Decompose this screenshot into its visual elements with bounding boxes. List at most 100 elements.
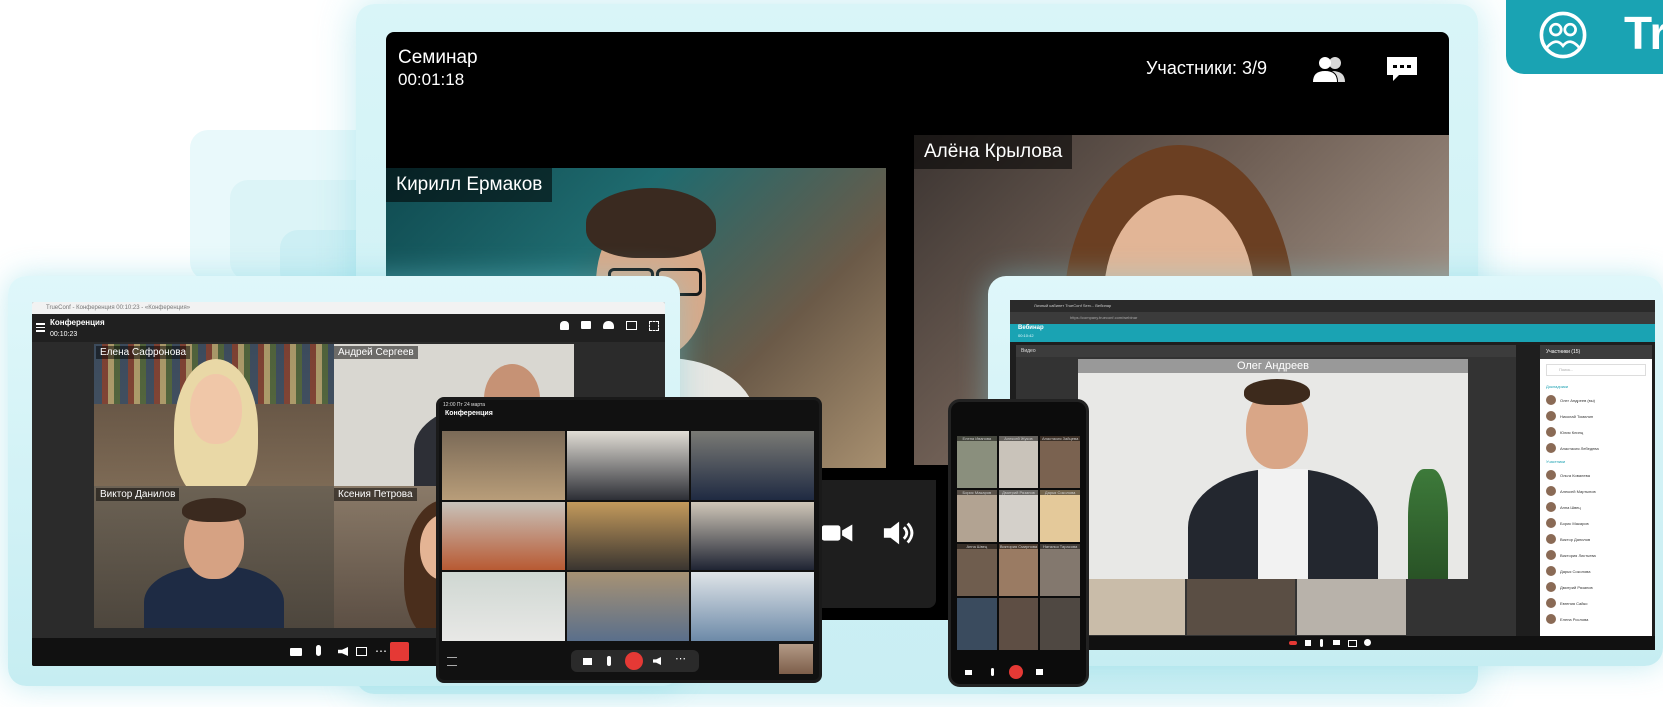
avatar bbox=[1546, 427, 1556, 437]
avatar bbox=[1546, 550, 1556, 560]
list-item[interactable]: Дмитрий Рязанов bbox=[1540, 579, 1652, 595]
camera-icon[interactable] bbox=[965, 670, 972, 675]
list-item[interactable]: Олег Андреев (вы) bbox=[1540, 392, 1652, 408]
list-item[interactable]: Анна Швец bbox=[1540, 499, 1652, 515]
status-bar: 12:00 Пт 24 марта bbox=[443, 402, 486, 408]
video-section-label: Видео bbox=[1016, 345, 1516, 357]
speaker-icon[interactable] bbox=[653, 657, 661, 665]
participant-name: Анастасия Лебедева bbox=[1560, 445, 1599, 451]
participants-count: Участники: 3/9 bbox=[1146, 58, 1268, 78]
camera-icon[interactable] bbox=[290, 648, 302, 656]
list-item[interactable]: Виктория Листьева bbox=[1540, 547, 1652, 563]
list-item[interactable]: Виктор Данилов bbox=[1540, 531, 1652, 547]
hangup-button[interactable] bbox=[390, 642, 409, 661]
participants-icon[interactable] bbox=[1312, 54, 1346, 84]
participant-name: Виктория Листьева bbox=[1560, 552, 1596, 558]
tablet-conference-title: Конференция bbox=[445, 410, 493, 417]
video-tile: Виктория Смирнова bbox=[998, 544, 1039, 596]
fullscreen-icon[interactable] bbox=[649, 321, 659, 331]
video-tile bbox=[566, 431, 690, 500]
participant-name: Виктор Данилов bbox=[1560, 536, 1591, 542]
menu-icon[interactable] bbox=[447, 657, 457, 666]
list-item[interactable]: Николай Томилин bbox=[1540, 408, 1652, 424]
list-item[interactable]: Дарья Соколова bbox=[1540, 563, 1652, 579]
video-thumbnail bbox=[1186, 579, 1296, 635]
brand-logo: Tr bbox=[1506, 0, 1663, 74]
camera-icon[interactable] bbox=[820, 520, 854, 546]
microphone-icon[interactable] bbox=[991, 668, 994, 676]
list-item[interactable]: Елена Рослова bbox=[1540, 611, 1652, 627]
video-tile: Наталья Тарасова bbox=[1040, 544, 1080, 596]
tile-name: Ксения Петрова bbox=[334, 488, 417, 501]
tile-name: Анна Швец bbox=[957, 544, 997, 549]
seminar-timer: 00:01:18 bbox=[398, 70, 465, 89]
avatar bbox=[1546, 518, 1556, 528]
participants-section: Участники bbox=[1546, 459, 1566, 464]
video-tile: Анна Швец bbox=[957, 544, 997, 596]
participants-search[interactable]: Поиск... bbox=[1546, 364, 1646, 376]
list-item[interactable]: Борис Макаров bbox=[1540, 515, 1652, 531]
hangup-button[interactable] bbox=[1009, 665, 1023, 679]
menu-icon[interactable] bbox=[36, 323, 45, 332]
speaker-name-right: Алёна Крылова bbox=[914, 135, 1073, 169]
share-screen-icon[interactable] bbox=[1348, 640, 1357, 647]
phone-device: Елена Иванова Алексей Жуков Анастасия За… bbox=[948, 399, 1089, 687]
more-icon[interactable]: ⋯ bbox=[375, 644, 387, 658]
video-tile bbox=[442, 572, 565, 641]
settings-icon[interactable] bbox=[1364, 639, 1371, 646]
self-view-thumbnail bbox=[779, 644, 813, 674]
avatar bbox=[1546, 502, 1556, 512]
tile-name: Андрей Сергеев bbox=[334, 346, 418, 359]
chat-icon[interactable] bbox=[1385, 54, 1419, 84]
video-tile bbox=[94, 344, 334, 486]
list-item[interactable]: Анастасия Лебедева bbox=[1540, 440, 1652, 456]
webinar-appbar bbox=[1010, 324, 1655, 342]
tile-name: Дмитрий Рязанов bbox=[998, 490, 1039, 495]
list-item[interactable]: Юлия Клинц bbox=[1540, 424, 1652, 440]
tile-name: Виктория Смирнова bbox=[998, 544, 1039, 549]
speaker-icon[interactable] bbox=[882, 518, 920, 548]
speaker-icon[interactable] bbox=[338, 647, 348, 656]
list-item[interactable]: Ольга Ковалева bbox=[1540, 467, 1652, 483]
address-bar[interactable]: https://company.trueconf.com/webinar bbox=[1010, 312, 1655, 324]
avatar bbox=[1546, 598, 1556, 608]
video-tile bbox=[691, 431, 814, 500]
avatar bbox=[1546, 411, 1556, 421]
layout-icon[interactable] bbox=[626, 321, 637, 330]
video-tile bbox=[566, 501, 690, 571]
participant-name: Алексей Мартынов bbox=[1560, 488, 1596, 494]
seminar-title: Семинар bbox=[398, 47, 478, 68]
video-tile: Алексей Жуков bbox=[998, 436, 1039, 488]
avatar bbox=[1546, 566, 1556, 576]
browser-tabs[interactable]: Личный кабинет TrueConf Serv... Вебинар bbox=[1010, 300, 1655, 312]
video-grid: Елена Иванова Алексей Жуков Анастасия За… bbox=[957, 436, 1080, 650]
participants-icon[interactable] bbox=[603, 321, 614, 329]
bell-icon[interactable] bbox=[560, 321, 569, 330]
microphone-icon[interactable] bbox=[1320, 639, 1323, 647]
list-item[interactable]: Алексей Мартынов bbox=[1540, 483, 1652, 499]
speaker-icon[interactable] bbox=[1305, 640, 1311, 646]
participant-name: Анна Швец bbox=[1560, 504, 1581, 510]
microphone-icon[interactable] bbox=[316, 645, 321, 656]
tile-name: Борис Макаров bbox=[957, 490, 997, 495]
camera-icon[interactable] bbox=[1333, 640, 1340, 645]
more-icon[interactable]: ⋯ bbox=[675, 652, 686, 665]
hangup-button[interactable] bbox=[625, 652, 643, 670]
list-item[interactable]: Евгения Сайко bbox=[1540, 595, 1652, 611]
seminar-controls bbox=[816, 480, 936, 608]
speaker-icon[interactable] bbox=[1036, 669, 1043, 675]
chat-icon[interactable] bbox=[581, 321, 591, 329]
avatar bbox=[1546, 614, 1556, 624]
speaker-name-left: Кирилл Ермаков bbox=[386, 168, 553, 202]
phone-controls bbox=[951, 662, 1086, 684]
video-tile bbox=[566, 572, 690, 641]
camera-icon[interactable] bbox=[583, 658, 592, 665]
tile-name: Анастасия Зайцева bbox=[1040, 436, 1080, 441]
hangup-icon[interactable] bbox=[1289, 641, 1297, 645]
microphone-icon[interactable] bbox=[607, 656, 611, 666]
video-tile bbox=[442, 431, 565, 500]
video-tile bbox=[94, 486, 334, 628]
participant-name: Елена Рослова bbox=[1560, 616, 1589, 622]
share-screen-icon[interactable] bbox=[356, 647, 367, 656]
tile-name: Елена Сафронова bbox=[96, 346, 191, 359]
